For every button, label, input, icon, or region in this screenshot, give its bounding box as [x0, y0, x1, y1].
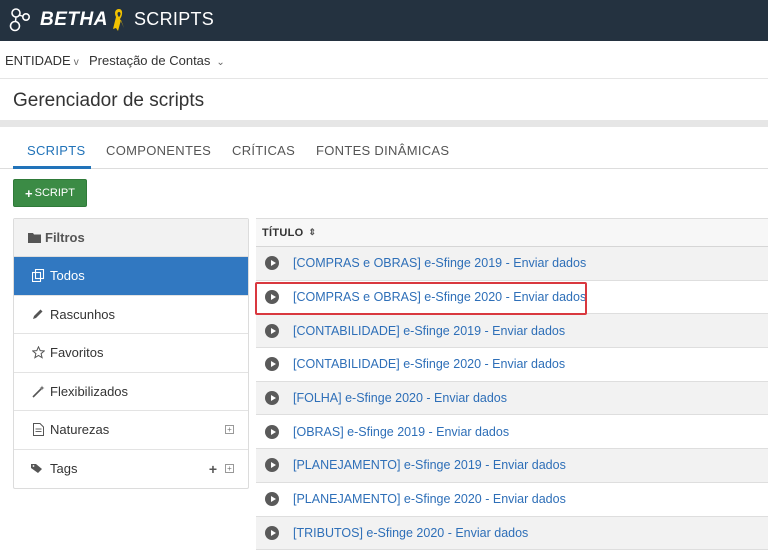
sidebar-item-todos[interactable]: Todos	[14, 257, 248, 296]
sidebar-item-label: Todos	[50, 268, 85, 284]
sidebar-item-label: Flexibilizados	[50, 383, 129, 399]
table-row[interactable]: [OBRAS] e-Sfinge 2019 - Enviar dados	[256, 415, 768, 450]
brand-name: BETHA	[40, 9, 108, 30]
table-row[interactable]: [CONTABILIDADE] e-Sfinge 2019 - Enviar d…	[256, 314, 768, 349]
column-header-titulo: TÍTULO	[262, 226, 304, 239]
table-row[interactable]: [TRIBUTOS] e-Sfinge 2020 - Enviar dados	[256, 516, 768, 550]
tab-componentes[interactable]: COMPONENTES	[106, 143, 211, 158]
expand-icon[interactable]: +	[225, 425, 234, 435]
filters-panel: Filtros Todos Rascunhos Favoritos Flexib…	[13, 218, 249, 489]
play-icon[interactable]	[265, 458, 279, 473]
table-row[interactable]: [PLANEJAMENTO] e-Sfinge 2020 - Enviar da…	[256, 483, 768, 517]
entity-dropdown[interactable]: ENTIDADE v	[5, 53, 79, 68]
script-title-link[interactable]: [COMPRAS e OBRAS] e-Sfinge 2019 - Enviar…	[293, 256, 586, 270]
tab-criticas[interactable]: CRÍTICAS	[232, 143, 295, 158]
top-navbar: BETHA SCRIPTS	[0, 0, 768, 41]
play-icon[interactable]	[265, 525, 279, 540]
table-row[interactable]: [FOLHA] e-Sfinge 2020 - Enviar dados	[256, 381, 768, 416]
scripts-table: TÍTULO ⇕ [COMPRAS e OBRAS] e-Sfinge 2019…	[256, 218, 768, 550]
script-title-link[interactable]: [TRIBUTOS] e-Sfinge 2020 - Enviar dados	[293, 526, 528, 540]
folder-icon	[28, 233, 41, 243]
play-icon[interactable]	[265, 256, 279, 271]
tab-bar: SCRIPTS COMPONENTES CRÍTICAS FONTES DINÂ…	[0, 127, 768, 169]
page-header: Gerenciador de scripts	[0, 80, 768, 120]
chevron-down-icon: v	[73, 57, 79, 68]
active-tab-indicator	[13, 166, 91, 169]
entity-label: ENTIDADE	[5, 53, 71, 68]
add-script-button[interactable]: + SCRIPT	[13, 179, 87, 207]
sort-icon[interactable]: ⇕	[309, 227, 317, 238]
script-title-link[interactable]: [PLANEJAMENTO] e-Sfinge 2020 - Enviar da…	[293, 492, 566, 506]
magic-wand-icon	[30, 385, 46, 398]
sidebar-item-label: Tags	[50, 461, 78, 477]
sidebar-item-tags[interactable]: Tags + +	[14, 450, 248, 489]
sidebar-item-naturezas[interactable]: Naturezas +	[14, 411, 248, 450]
play-icon[interactable]	[265, 492, 279, 507]
script-title-link[interactable]: [FOLHA] e-Sfinge 2020 - Enviar dados	[293, 391, 507, 405]
script-title-link[interactable]: [CONTABILIDADE] e-Sfinge 2020 - Enviar d…	[293, 357, 565, 371]
chevron-down-icon: ⌄	[216, 57, 225, 68]
pencil-icon	[30, 308, 46, 320]
script-title-link[interactable]: [PLANEJAMENTO] e-Sfinge 2019 - Enviar da…	[293, 458, 566, 472]
script-title-link[interactable]: [CONTABILIDADE] e-Sfinge 2019 - Enviar d…	[293, 324, 565, 338]
filters-title: Filtros	[45, 230, 85, 245]
sidebar-item-label: Favoritos	[50, 345, 104, 361]
table-row[interactable]: [PLANEJAMENTO] e-Sfinge 2019 - Enviar da…	[256, 449, 768, 483]
sidebar-item-favoritos[interactable]: Favoritos	[14, 334, 248, 373]
hexagon-network-icon[interactable]	[8, 7, 34, 33]
star-icon	[30, 346, 46, 360]
sidebar-item-flexibilizados[interactable]: Flexibilizados	[14, 373, 248, 411]
sidebar-item-label: Rascunhos	[50, 306, 116, 322]
tags-icon	[30, 463, 46, 474]
document-icon	[30, 423, 46, 437]
awareness-ribbon-icon	[113, 9, 124, 31]
sidebar-item-rascunhos[interactable]: Rascunhos	[14, 296, 248, 334]
expand-icon[interactable]: +	[225, 464, 234, 474]
tab-scripts[interactable]: SCRIPTS	[27, 143, 85, 158]
play-icon[interactable]	[265, 424, 279, 439]
table-row[interactable]: [CONTABILIDADE] e-Sfinge 2020 - Enviar d…	[256, 348, 768, 382]
tab-fontes-dinamicas[interactable]: FONTES DINÂMICAS	[316, 143, 449, 158]
sidebar-item-label: Naturezas	[50, 422, 110, 438]
table-row[interactable]: [COMPRAS e OBRAS] e-Sfinge 2019 - Enviar…	[256, 247, 768, 281]
divider	[0, 120, 768, 127]
play-icon[interactable]	[265, 290, 279, 305]
table-row[interactable]: [COMPRAS e OBRAS] e-Sfinge 2020 - Enviar…	[256, 281, 768, 315]
play-icon[interactable]	[265, 323, 279, 338]
script-title-link[interactable]: [OBRAS] e-Sfinge 2019 - Enviar dados	[293, 425, 509, 439]
filters-header: Filtros	[14, 219, 248, 257]
play-icon[interactable]	[265, 391, 279, 406]
add-script-label: SCRIPT	[34, 187, 75, 199]
page-title: Gerenciador de scripts	[13, 90, 205, 111]
plus-icon: +	[25, 185, 33, 201]
copy-icon	[30, 269, 46, 283]
app-title[interactable]: SCRIPTS	[134, 9, 214, 30]
table-header[interactable]: TÍTULO ⇕	[256, 218, 768, 247]
script-title-link[interactable]: [COMPRAS e OBRAS] e-Sfinge 2020 - Enviar…	[293, 290, 586, 304]
context-dropdown[interactable]: Prestação de Contas ⌄	[89, 53, 225, 68]
play-icon[interactable]	[265, 357, 279, 372]
add-tag-icon[interactable]: +	[209, 461, 217, 477]
context-label: Prestação de Contas	[89, 53, 211, 68]
entity-bar: ENTIDADE v Prestação de Contas ⌄	[0, 41, 768, 79]
